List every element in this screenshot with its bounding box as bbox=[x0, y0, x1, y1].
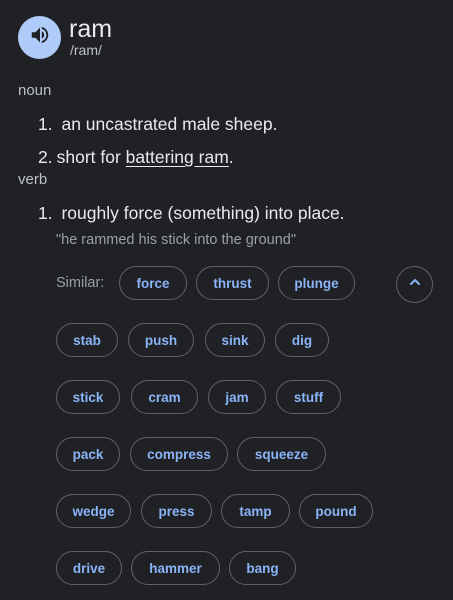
synonym-chip[interactable]: pound bbox=[299, 494, 373, 528]
synonym-chip[interactable]: hammer bbox=[131, 551, 220, 585]
synonym-chip[interactable]: wedge bbox=[56, 494, 131, 528]
synonym-chip[interactable]: cram bbox=[131, 380, 198, 414]
synonym-chip[interactable]: push bbox=[128, 323, 194, 357]
synonym-chip[interactable]: press bbox=[141, 494, 212, 528]
synonym-chip[interactable]: squeeze bbox=[237, 437, 326, 471]
usage-example: "he rammed his stick into the ground" bbox=[56, 232, 296, 248]
synonym-chip[interactable]: tamp bbox=[221, 494, 290, 528]
pronunciation: /ram/ bbox=[70, 42, 102, 58]
battering-ram-link[interactable]: battering ram bbox=[126, 147, 229, 167]
chevron-up-icon bbox=[408, 275, 422, 294]
synonym-chip[interactable]: drive bbox=[56, 551, 122, 585]
part-of-speech-verb: verb bbox=[18, 171, 48, 188]
collapse-similar-button[interactable] bbox=[396, 266, 433, 303]
pronounce-button[interactable] bbox=[18, 16, 61, 59]
similar-label: Similar: bbox=[56, 275, 105, 291]
volume-up-icon bbox=[29, 24, 51, 51]
synonym-chip[interactable]: stick bbox=[56, 380, 120, 414]
synonym-chip[interactable]: plunge bbox=[278, 266, 355, 300]
synonym-chip[interactable]: pack bbox=[56, 437, 120, 471]
synonym-chip[interactable]: stuff bbox=[276, 380, 341, 414]
part-of-speech-noun: noun bbox=[18, 82, 52, 99]
synonym-chip[interactable]: jam bbox=[208, 380, 266, 414]
synonym-chip[interactable]: sink bbox=[205, 323, 265, 357]
synonym-chip[interactable]: dig bbox=[275, 323, 329, 357]
noun-definition-2: 2. short for battering ram. bbox=[38, 147, 234, 167]
synonym-chip[interactable]: thrust bbox=[196, 266, 269, 300]
synonym-chip[interactable]: stab bbox=[56, 323, 118, 357]
synonym-chip[interactable]: compress bbox=[130, 437, 228, 471]
verb-definition-1: 1. roughly force (something) into place. bbox=[38, 203, 345, 223]
synonym-chip[interactable]: bang bbox=[229, 551, 296, 585]
headword: ram bbox=[69, 15, 113, 43]
synonym-chip[interactable]: force bbox=[119, 266, 187, 300]
noun-definition-1: 1. an uncastrated male sheep. bbox=[38, 114, 278, 134]
